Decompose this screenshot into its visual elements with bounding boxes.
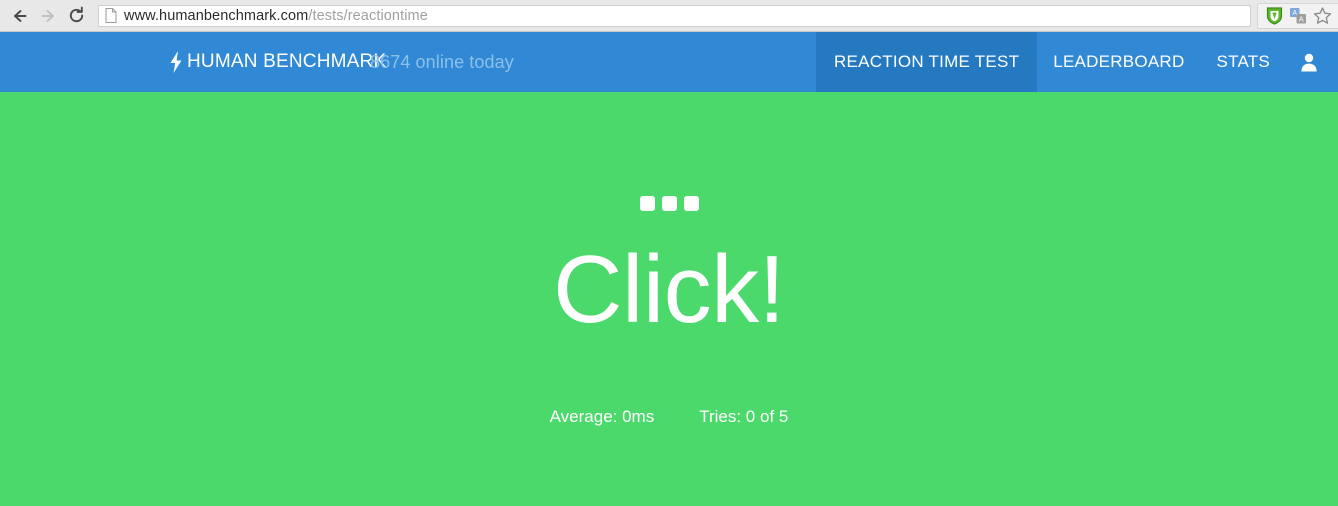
nav-item-reaction-time-test[interactable]: REACTION TIME TEST xyxy=(816,32,1038,92)
forward-arrow-icon xyxy=(41,9,54,22)
user-icon xyxy=(1301,53,1317,72)
indicator-dot xyxy=(661,196,677,211)
address-bar-url: www.humanbenchmark.com/tests/reactiontim… xyxy=(124,8,428,24)
address-bar[interactable]: www.humanbenchmark.com/tests/reactiontim… xyxy=(98,4,1251,27)
star-icon[interactable] xyxy=(1310,5,1334,27)
nav-item-account[interactable] xyxy=(1286,32,1338,92)
tries-label: Tries: 0 of 5 xyxy=(699,407,789,426)
brand-logo[interactable]: HUMAN BENCHMARK xyxy=(168,32,386,92)
translate-icon[interactable]: A A xyxy=(1286,5,1310,27)
back-button[interactable] xyxy=(6,2,34,30)
shield-glyph-icon xyxy=(1266,7,1282,25)
indicator-dot xyxy=(683,196,699,211)
reload-icon xyxy=(69,6,83,23)
back-arrow-icon xyxy=(14,9,27,22)
browser-toolbar: www.humanbenchmark.com/tests/reactiontim… xyxy=(0,0,1338,32)
nav-item-label: LEADERBOARD xyxy=(1053,52,1185,71)
navbar-links: REACTION TIME TEST LEADERBOARD STATS xyxy=(816,32,1338,92)
page-document-icon xyxy=(105,8,117,23)
url-path: /tests/reactiontime xyxy=(308,7,428,24)
browser-extensions-area: A A xyxy=(1257,2,1338,29)
star-glyph-icon xyxy=(1313,7,1331,24)
url-host: www.humanbenchmark.com xyxy=(124,7,309,24)
forward-button[interactable] xyxy=(34,2,62,30)
translate-glyph-icon: A A xyxy=(1290,7,1306,23)
reaction-test-area[interactable]: Click! Average: 0ms Tries: 0 of 5 xyxy=(0,92,1338,506)
bolt-icon xyxy=(170,51,182,73)
shield-icon[interactable] xyxy=(1262,5,1286,27)
click-prompt: Click! xyxy=(553,236,785,343)
test-stats: Average: 0ms Tries: 0 of 5 xyxy=(0,407,1338,427)
nav-item-label: REACTION TIME TEST xyxy=(834,52,1020,71)
average-label: Average: 0ms xyxy=(549,407,655,426)
svg-text:A: A xyxy=(1299,14,1304,23)
indicator-dots xyxy=(0,196,1338,211)
brand-name: HUMAN BENCHMARK xyxy=(187,51,387,72)
reload-button[interactable] xyxy=(62,2,90,30)
indicator-dot xyxy=(639,196,655,211)
nav-item-stats[interactable]: STATS xyxy=(1200,32,1286,92)
nav-item-label: STATS xyxy=(1216,52,1270,71)
nav-item-leaderboard[interactable]: LEADERBOARD xyxy=(1037,32,1200,92)
site-navbar: HUMAN BENCHMARK 8674 online today REACTI… xyxy=(0,32,1338,92)
online-count: 8674 online today xyxy=(370,51,514,72)
